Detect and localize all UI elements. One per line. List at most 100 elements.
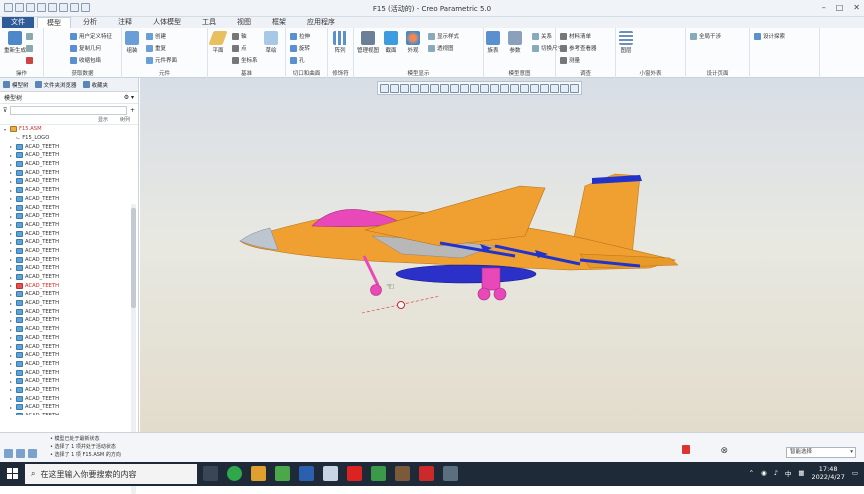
tree-root[interactable]: ▾ F15.ASM [4, 125, 138, 134]
measure-button[interactable]: 测量 [560, 56, 580, 64]
pdf-reader-icon[interactable] [347, 466, 362, 481]
tree-part-item[interactable]: ▸ ACAD_TEETH [4, 177, 138, 186]
revolve-button[interactable]: 旋转 [290, 44, 310, 52]
filter-icon[interactable]: ⊽ [3, 107, 7, 114]
tree-part-item[interactable]: ▸ ACAD_TEETH [4, 212, 138, 221]
tree-logo-item[interactable]: ⌙ F15_LOGO [4, 134, 138, 143]
ime-indicator[interactable]: 中 [785, 468, 792, 478]
manage-views-button[interactable]: 管理视图 [357, 31, 379, 54]
tab-file[interactable]: 文件 [2, 17, 34, 28]
tree-part-item[interactable]: ▸ ACAD_TEETH [4, 368, 138, 377]
tab-model[interactable]: 模型 [37, 17, 71, 28]
parameters-button[interactable]: 参数 [508, 31, 522, 54]
expand-arrow-icon[interactable]: ▸ [10, 144, 14, 149]
layers-button[interactable]: 图层 [619, 31, 633, 54]
design-exploration-button[interactable]: 设计探索 [754, 32, 785, 40]
expand-arrow-icon[interactable]: ▸ [10, 153, 14, 158]
add-icon[interactable]: + [130, 107, 135, 114]
expand-arrow-icon[interactable]: ▸ [10, 214, 14, 219]
tab-manikin[interactable]: 人体模型 [144, 17, 190, 28]
expand-arrow-icon[interactable]: ▸ [10, 196, 14, 201]
tree-part-item[interactable]: ▸ ACAD_TEETH [4, 307, 138, 316]
plane-button[interactable]: 平面 [208, 31, 228, 54]
tree-part-item[interactable]: ▸ ACAD_TEETH [4, 264, 138, 273]
tree-part-item[interactable]: ▸ ACAD_TEETH [4, 203, 138, 212]
expand-arrow-icon[interactable]: ▸ [10, 240, 14, 245]
tree-part-item[interactable]: ▸ ACAD_TEETH [4, 290, 138, 299]
tree-part-item[interactable]: ▸ ACAD_TEETH [4, 281, 138, 290]
tab-analysis[interactable]: 分析 [74, 17, 106, 28]
expand-arrow-icon[interactable]: ▸ [10, 179, 14, 184]
expand-arrow-icon[interactable]: ▸ [10, 292, 14, 297]
input-grid-icon[interactable]: ▦ [798, 469, 804, 477]
paste-small-button[interactable] [26, 45, 33, 52]
bill-of-materials-button[interactable]: 材料清单 [560, 32, 591, 40]
expand-arrow-icon[interactable]: ▸ [10, 301, 14, 306]
expand-arrow-icon[interactable]: ▸ [10, 379, 14, 384]
selection-filter[interactable]: 智能选择 ▾ [786, 447, 856, 458]
expand-arrow-icon[interactable]: ▸ [10, 318, 14, 323]
tree-search-input[interactable] [10, 105, 127, 115]
expand-arrow-icon[interactable]: ▸ [10, 266, 14, 271]
tree-part-item[interactable]: ▸ ACAD_TEETH [4, 325, 138, 334]
appearance-button[interactable]: 外观 [406, 31, 420, 54]
global-interference-button[interactable]: 全局干涉 [690, 32, 721, 40]
relations-button[interactable]: 关系 [532, 32, 552, 40]
user-defined-feature-button[interactable]: 用户定义特征 [70, 32, 112, 40]
expand-arrow-icon[interactable]: ▸ [10, 353, 14, 358]
expand-arrow-icon[interactable]: ▸ [10, 170, 14, 175]
expand-arrow-icon[interactable]: ▸ [10, 248, 14, 253]
tree-part-item[interactable]: ▸ ACAD_TEETH [4, 151, 138, 160]
clock[interactable]: 17:48 2022/4/27 [812, 465, 845, 481]
file-explorer-icon[interactable] [251, 466, 266, 481]
tree-part-item[interactable]: ▸ ACAD_TEETH [4, 299, 138, 308]
app-red-icon[interactable] [419, 466, 434, 481]
taskbar-search-box[interactable]: ⌕ 在这里输入你要搜索的内容 [25, 464, 197, 484]
tree-part-item[interactable]: ▸ ACAD_TEETH [4, 247, 138, 256]
expand-arrow-icon[interactable]: ▸ [10, 405, 14, 410]
expand-arrow-icon[interactable]: ▸ [10, 396, 14, 401]
minimize-icon[interactable]: – [822, 3, 826, 12]
maximize-icon[interactable]: □ [836, 3, 844, 12]
creo-icon[interactable] [323, 466, 338, 481]
tree-part-item[interactable]: ▸ ACAD_TEETH [4, 360, 138, 369]
repeat-button[interactable]: 重复 [146, 44, 166, 52]
browser-icon[interactable] [227, 466, 242, 481]
delete-small-button[interactable] [26, 57, 33, 64]
expand-arrow-icon[interactable]: ▸ [10, 188, 14, 193]
graphics-window[interactable]: ☜ [140, 78, 864, 432]
axis-button[interactable]: 轴 [232, 32, 247, 40]
tray-chevron-icon[interactable]: ⌃ [749, 469, 754, 477]
expand-arrow-icon[interactable]: ▸ [10, 257, 14, 262]
copy-small-button[interactable] [26, 33, 33, 40]
tree-part-item[interactable]: ▸ ACAD_TEETH [4, 316, 138, 325]
component-interface-button[interactable]: 元件界面 [146, 56, 177, 64]
section-button[interactable]: 截面 [384, 31, 398, 54]
tree-part-item[interactable]: ▸ ACAD_TEETH [4, 386, 138, 395]
tree-part-item[interactable]: ▸ ACAD_TEETH [4, 334, 138, 343]
notifications-icon[interactable]: ▭ [852, 469, 858, 477]
tree-part-item[interactable]: ▸ ACAD_TEETH [4, 403, 138, 412]
copy-geometry-button[interactable]: 复制几何 [70, 44, 101, 52]
perspective-button[interactable]: 透视图 [428, 44, 454, 52]
tree-part-item[interactable]: ▸ ACAD_TEETH [4, 351, 138, 360]
reference-viewer-button[interactable]: 参考查看器 [560, 44, 597, 52]
tab-annotate[interactable]: 注释 [109, 17, 141, 28]
windows-start-icon[interactable] [7, 468, 18, 479]
app-cyan-icon[interactable] [371, 466, 386, 481]
family-table-button[interactable]: 族表 [486, 31, 500, 54]
app-grey-icon[interactable] [443, 466, 458, 481]
expand-arrow-icon[interactable]: ▸ [10, 231, 14, 236]
aircraft-model[interactable]: ☜ [140, 78, 864, 432]
column-tree-columns[interactable]: 树列 [120, 116, 130, 124]
tab-tools[interactable]: 工具 [193, 17, 225, 28]
regen-status-icon[interactable] [682, 445, 690, 454]
tab-favorites[interactable]: 收藏夹 [82, 81, 108, 89]
expand-arrow-icon[interactable]: ▸ [10, 309, 14, 314]
tree-part-item[interactable]: ▸ ACAD_TEETH [4, 273, 138, 282]
full-screen-icon[interactable] [28, 449, 37, 458]
show-navigator-icon[interactable] [4, 449, 13, 458]
tree-settings-icon[interactable]: ⚙ ▾ [124, 94, 134, 101]
expand-arrow-icon[interactable]: ▸ [10, 222, 14, 227]
tab-view[interactable]: 视图 [228, 17, 260, 28]
